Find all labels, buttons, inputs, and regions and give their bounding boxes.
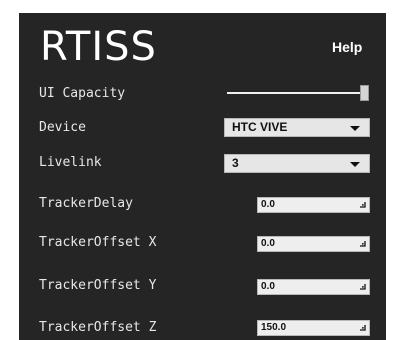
device-dropdown-value: HTC VIVE xyxy=(232,120,288,134)
livelink-dropdown-value: 3 xyxy=(232,156,239,170)
device-label: Device xyxy=(39,120,86,135)
livelink-dropdown[interactable]: 3 xyxy=(224,154,370,173)
resize-grip-icon xyxy=(360,202,366,208)
resize-grip-icon xyxy=(360,284,366,290)
livelink-label: Livelink xyxy=(39,155,102,170)
resize-grip-icon xyxy=(360,325,366,331)
chevron-down-icon xyxy=(350,126,360,131)
tracker-offset-x-field[interactable]: 0.0 xyxy=(257,236,370,252)
settings-panel: RTISS Help UI Capacity Device HTC VIVE L… xyxy=(19,13,386,340)
device-dropdown[interactable]: HTC VIVE xyxy=(224,118,370,137)
ui-capacity-slider[interactable] xyxy=(227,92,367,94)
tracker-offset-y-label: TrackerOffset Y xyxy=(39,278,157,293)
tracker-offset-y-value: 0.0 xyxy=(261,281,275,292)
app-title: RTISS xyxy=(40,24,157,70)
resize-grip-icon xyxy=(360,241,366,247)
ui-capacity-label: UI Capacity xyxy=(39,86,126,101)
tracker-offset-z-field[interactable]: 150.0 xyxy=(257,320,370,336)
tracker-delay-field[interactable]: 0.0 xyxy=(257,197,370,213)
tracker-offset-x-value: 0.0 xyxy=(261,238,275,249)
tracker-offset-x-label: TrackerOffset X xyxy=(39,235,157,250)
tracker-offset-z-label: TrackerOffset Z xyxy=(39,320,157,335)
help-button[interactable]: Help xyxy=(332,39,362,55)
tracker-delay-label: TrackerDelay xyxy=(39,196,133,211)
ui-capacity-slider-handle[interactable] xyxy=(360,85,369,101)
tracker-offset-z-value: 150.0 xyxy=(261,322,287,333)
chevron-down-icon xyxy=(350,162,360,167)
tracker-delay-value: 0.0 xyxy=(261,199,275,210)
tracker-offset-y-field[interactable]: 0.0 xyxy=(257,279,370,295)
